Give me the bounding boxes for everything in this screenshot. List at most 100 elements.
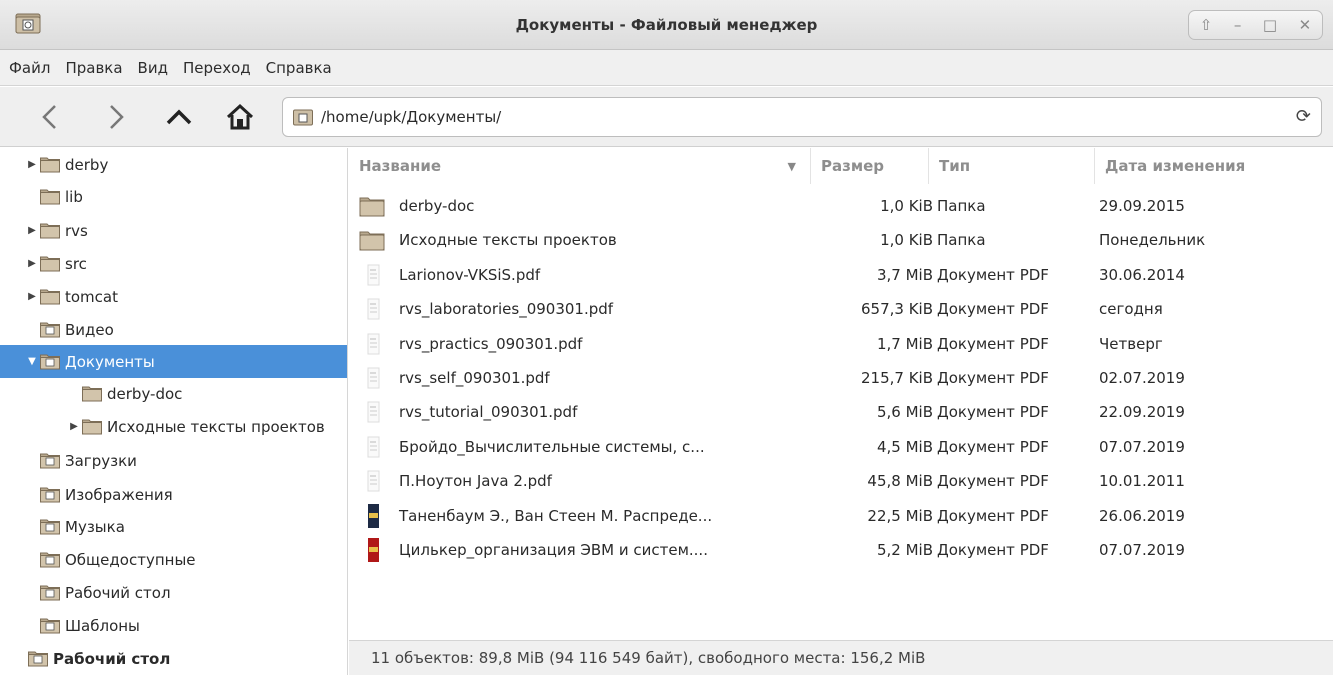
sidebar-item[interactable]: Общедоступные [0,543,347,576]
sidebar-item[interactable]: derby-doc [0,377,347,410]
column-name[interactable]: Название ▼ [349,148,811,184]
menu-edit[interactable]: Правка [65,59,122,77]
file-size: 1,0 KiB [880,231,933,250]
window-title: Документы - Файловый менеджер [515,16,818,34]
file-type: Документ PDF [937,506,1049,525]
sidebar-item-label: Музыка [65,517,125,536]
expander-icon[interactable]: ▶ [26,159,38,170]
folder-pictures-icon [40,487,60,503]
file-row[interactable]: Таненбаум Э., Ван Стеен М. Распреде... 22… [349,499,1333,533]
file-name: Исходные тексты проектов [399,231,617,250]
column-type-label: Тип [939,157,971,175]
menu-file[interactable]: Файл [9,59,50,77]
pdf-thumb-icon [367,401,380,423]
file-row[interactable]: Исходные тексты проектов 1,0 KiB Папка Поне… [349,223,1333,257]
reload-icon[interactable]: ⟳ [1296,106,1311,127]
sidebar-item[interactable]: Шаблоны [0,609,347,642]
file-row[interactable]: Larionov-VKSiS.pdf 3,7 MiB Документ PDF 30.… [349,258,1333,292]
menu-view[interactable]: Вид [138,59,168,77]
sidebar-item-label: Общедоступные [65,550,196,569]
pdf-thumb-icon [367,367,380,389]
sidebar-item[interactable]: ▶ rvs [0,214,347,247]
sidebar-item[interactable]: Музыка [0,510,347,543]
sidebar-item[interactable]: ▶ derby [0,148,347,181]
folder-icon [40,157,60,173]
title-bar[interactable]: Документы - Файловый менеджер ⇧ – □ ✕ [0,0,1333,50]
sidebar-item[interactable]: ▼ Документы [0,345,347,378]
home-icon [226,103,254,130]
chevron-left-icon [42,105,56,129]
file-row[interactable]: derby-doc 1,0 KiB Папка 29.09.2015 [349,189,1333,223]
file-date: 10.01.2011 [1099,472,1185,491]
sidebar-item[interactable]: Изображения [0,478,347,511]
menu-bar: Файл Правка Вид Переход Справка [0,50,1333,86]
back-button[interactable] [34,101,66,133]
file-name: rvs_practics_090301.pdf [399,334,583,353]
home-button[interactable] [224,101,256,133]
folder-music-icon [40,519,60,535]
minimize-icon[interactable]: – [1234,16,1242,34]
folder-icon [40,189,60,205]
menu-go[interactable]: Переход [183,59,251,77]
sticky-icon[interactable]: ⇧ [1200,16,1213,34]
expander-icon[interactable]: ▶ [26,225,38,236]
sidebar-item[interactable]: Видео [0,313,347,346]
sort-down-icon: ▼ [787,159,796,173]
file-row[interactable]: Цилькер_организация ЭВМ и систем.... 5,2 … [349,533,1333,567]
close-icon[interactable]: ✕ [1299,16,1312,34]
documents-folder-icon [293,109,313,126]
sidebar-tree: ▶ derby lib ▶ rvs ▶ src ▶ tomcat Видео ▼ Документы d… [0,148,348,675]
sidebar-item[interactable]: lib [0,180,347,213]
expander-icon[interactable]: ▶ [26,258,38,269]
expander-icon[interactable]: ▼ [26,356,38,367]
file-size: 5,6 MiB [876,403,933,422]
sidebar-item-label: Рабочий стол [65,583,171,602]
sidebar-item-label: Рабочий стол [53,649,171,668]
file-row[interactable]: rvs_practics_090301.pdf 1,7 MiB Документ P… [349,327,1333,361]
file-date: 22.09.2019 [1099,403,1185,422]
pdf-thumb-icon [367,470,380,492]
sidebar-item[interactable]: Рабочий стол [0,642,347,675]
sidebar-item[interactable]: Рабочий стол [0,576,347,609]
column-type[interactable]: Тип [929,148,1095,184]
menu-help[interactable]: Справка [266,59,332,77]
folder-downloads-icon [40,453,60,469]
sidebar-item-label: src [65,254,87,273]
file-type: Документ PDF [937,541,1049,559]
file-size: 4,5 MiB [876,437,933,456]
file-type: Документ PDF [937,403,1049,422]
folder-public-icon [40,552,60,568]
file-date: 29.09.2015 [1099,197,1185,215]
folder-icon [40,223,60,239]
sidebar-item[interactable]: ▶ src [0,247,347,280]
file-row[interactable]: rvs_laboratories_090301.pdf 657,3 KiB Доку… [349,292,1333,326]
expander-icon[interactable]: ▶ [68,421,80,432]
sidebar-item[interactable]: ▶ tomcat [0,280,347,313]
expander-icon[interactable]: ▶ [26,291,38,302]
book-cover-icon [368,503,379,528]
address-bar[interactable]: /home/upk/Документы/ ⟳ [282,97,1322,137]
file-row[interactable]: rvs_self_090301.pdf 215,7 KiB Документ PDF… [349,361,1333,395]
column-date[interactable]: Дата изменения [1095,148,1333,184]
pdf-thumb-icon [367,436,380,458]
file-row[interactable]: П.Ноутон Java 2.pdf 45,8 MiB Документ PDF 1… [349,464,1333,498]
maximize-icon[interactable]: □ [1263,16,1277,34]
file-row[interactable]: rvs_tutorial_090301.pdf 5,6 MiB Документ P… [349,395,1333,429]
file-date: 02.07.2019 [1099,369,1185,387]
sidebar-item-label: Исходные тексты проектов [107,417,325,436]
forward-button[interactable] [100,101,132,133]
sidebar-item[interactable]: Загрузки [0,444,347,477]
sidebar-item[interactable]: ▶ Исходные тексты проектов [0,410,347,443]
file-row[interactable]: Бройдо_Вычислительные системы, с... 4,5 M… [349,430,1333,464]
file-type: Документ PDF [937,334,1049,353]
file-date: 30.06.2014 [1099,265,1185,284]
file-date: Понедельник [1099,231,1206,250]
file-size: 657,3 KiB [860,300,933,319]
status-text: 11 объектов: 89,8 MiB (94 116 549 байт),… [371,649,926,667]
pdf-thumb-icon [367,333,380,355]
folder-icon [359,197,385,217]
file-type: Документ PDF [937,300,1049,319]
column-size[interactable]: Размер [811,148,929,184]
file-type: Документ PDF [937,472,1049,491]
up-button[interactable] [163,101,195,133]
